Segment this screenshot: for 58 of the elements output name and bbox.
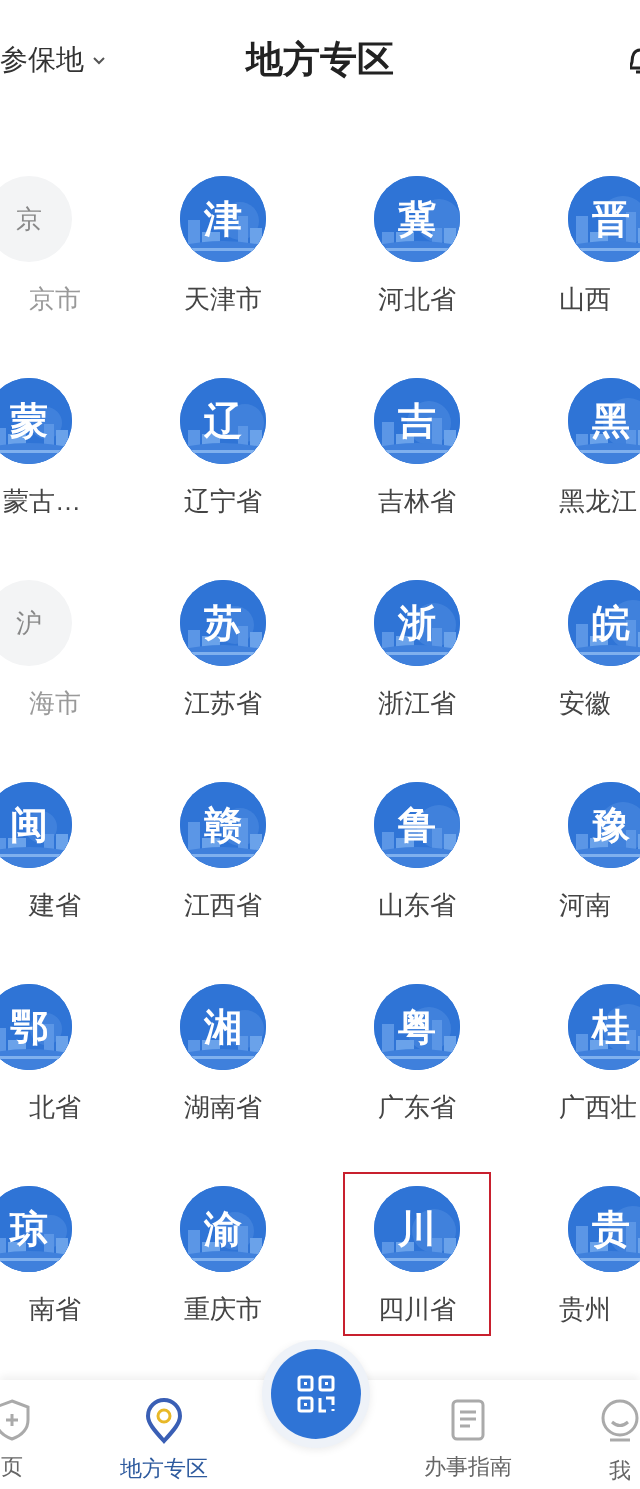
province-button[interactable]: 赣 江西省	[149, 768, 297, 932]
province-button[interactable]: 贵 贵州	[537, 1172, 640, 1336]
badge-glyph: 川	[398, 1206, 436, 1252]
badge-glyph: 浙	[398, 600, 436, 646]
province-button[interactable]: 粤 广东省	[343, 970, 491, 1134]
badge-glyph: 鄂	[10, 1004, 48, 1050]
nav-tab[interactable]: 办事指南	[392, 1380, 544, 1489]
badge-glyph: 湘	[204, 1004, 242, 1050]
province-button[interactable]: 蒙 蒙古…	[0, 364, 103, 528]
province-button[interactable]: 川 四川省	[343, 1172, 491, 1336]
province-button[interactable]: 黑 黑龙江	[537, 364, 640, 528]
nav-tab[interactable]: 我	[544, 1380, 640, 1489]
province-button[interactable]: 渝 重庆市	[149, 1172, 297, 1336]
badge-glyph: 粤	[398, 1004, 436, 1050]
province-button[interactable]: 桂 广西壮	[537, 970, 640, 1134]
province-button[interactable]: 苏 江苏省	[149, 566, 297, 730]
page-title: 地方专区	[246, 38, 394, 83]
province-button[interactable]: 皖 安徽	[537, 566, 640, 730]
chevron-down-icon	[92, 55, 106, 65]
qr-code-icon	[296, 1374, 336, 1414]
nav-tab[interactable]: 地方专区	[88, 1380, 240, 1489]
badge-glyph: 琼	[10, 1206, 48, 1252]
nav-tab[interactable]: 页	[0, 1380, 88, 1489]
location-dropdown[interactable]: 参保地	[0, 39, 106, 81]
province-button[interactable]: 津 天津市	[149, 174, 297, 326]
badge-glyph: 贵	[592, 1206, 630, 1252]
badge-glyph: 津	[204, 196, 242, 242]
badge-glyph: 吉	[398, 398, 436, 444]
province-button[interactable]: 豫 河南	[537, 768, 640, 932]
badge-glyph: 晋	[592, 196, 630, 242]
province-button[interactable]: 闽 建省	[0, 768, 103, 932]
badge-glyph: 沪	[16, 606, 42, 640]
badge-glyph: 赣	[204, 802, 242, 848]
badge-glyph: 苏	[204, 600, 242, 646]
province-button[interactable]: 吉 吉林省	[343, 364, 491, 528]
shield-icon	[0, 1398, 32, 1442]
map-pin-icon	[144, 1398, 184, 1444]
badge-glyph: 皖	[592, 600, 630, 646]
province-button[interactable]: 琼 南省	[0, 1172, 103, 1336]
badge-glyph: 豫	[592, 802, 630, 848]
badge-glyph: 蒙	[10, 398, 48, 444]
badge-glyph: 鲁	[398, 802, 436, 848]
badge-glyph: 黑	[592, 398, 630, 444]
badge-glyph: 桂	[592, 1004, 630, 1050]
badge-glyph: 京	[16, 202, 42, 236]
province-button[interactable]: 冀 河北省	[343, 174, 491, 326]
province-button[interactable]: 晋 山西	[537, 174, 640, 326]
province-button[interactable]: 辽 辽宁省	[149, 364, 297, 528]
badge-glyph: 冀	[398, 196, 436, 242]
badge-glyph: 闽	[10, 802, 48, 848]
province-button[interactable]: 鲁 山东省	[343, 768, 491, 932]
badge-glyph: 渝	[204, 1206, 242, 1252]
badge-glyph: 辽	[204, 398, 242, 444]
province-button[interactable]: 湘 湖南省	[149, 970, 297, 1134]
province-button[interactable]: 浙 浙江省	[343, 566, 491, 730]
bell-icon[interactable]	[630, 46, 640, 74]
province-button[interactable]: 鄂 北省	[0, 970, 103, 1134]
document-icon	[450, 1398, 486, 1442]
